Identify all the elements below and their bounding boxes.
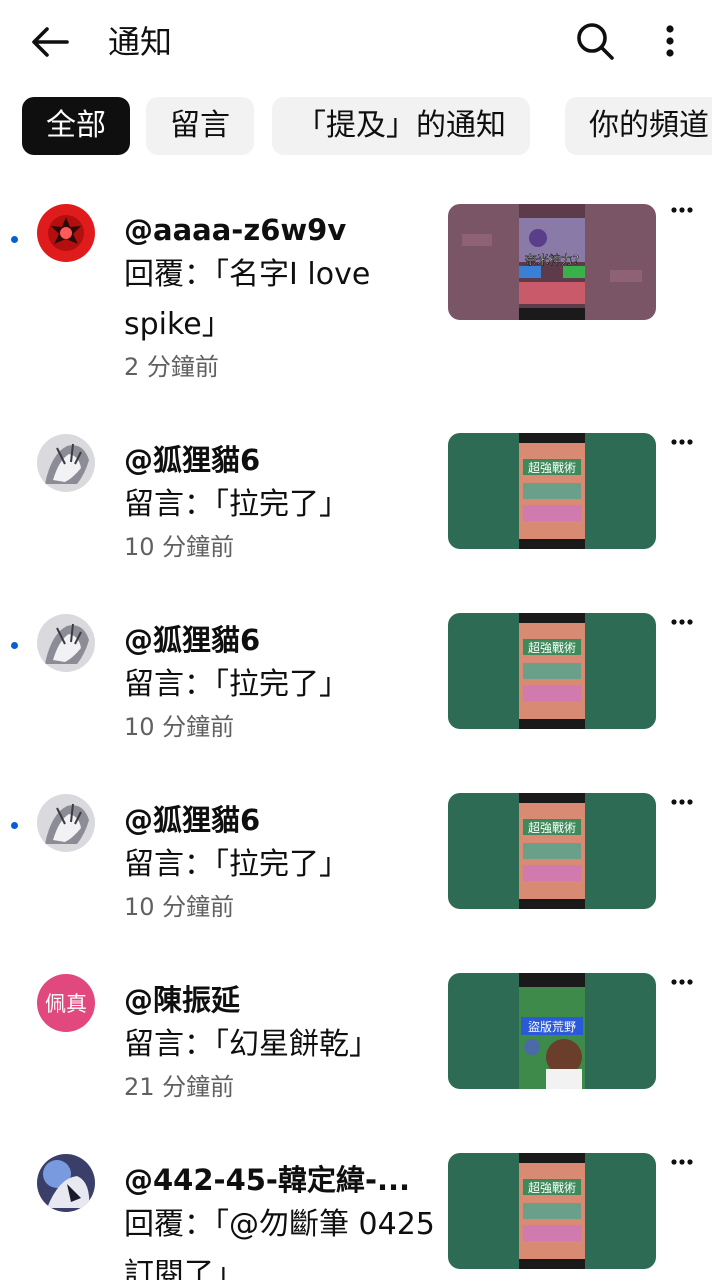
notification-item[interactable]: @442-45-韓定緯-... 回覆：「@勿斷筆 0425訂閱了」 超強戰術 bbox=[0, 1152, 712, 1280]
comment-author: @狐狸貓6 bbox=[124, 623, 261, 657]
timestamp: 21 分鐘前 bbox=[124, 1073, 235, 1101]
more-vert-icon bbox=[666, 25, 674, 57]
more-horiz-icon bbox=[671, 439, 693, 445]
more-horiz-icon bbox=[671, 619, 693, 625]
notification-item[interactable]: @aaaa-z6w9v 回覆：「名字I love spike」 2 分鐘前 奈米… bbox=[0, 200, 712, 400]
video-thumbnail[interactable]: 超強戰術 bbox=[448, 793, 656, 909]
video-thumbnail[interactable]: 奈米神力? bbox=[448, 204, 656, 320]
more-horiz-icon bbox=[671, 979, 693, 985]
notification-message: 回覆：「名字I love spike」 bbox=[124, 257, 371, 342]
notification-item[interactable]: @狐狸貓6 留言：「拉完了」 10 分鐘前 超強戰術 bbox=[0, 612, 712, 762]
avatar[interactable] bbox=[37, 1154, 95, 1212]
notification-message: 回覆：「@勿斷筆 0425訂閱了」 bbox=[124, 1207, 435, 1280]
timestamp: 10 分鐘前 bbox=[124, 533, 235, 561]
item-more-button[interactable] bbox=[668, 438, 696, 466]
item-more-button[interactable] bbox=[668, 978, 696, 1006]
more-horiz-icon bbox=[671, 207, 693, 213]
video-thumbnail[interactable]: 超強戰術 bbox=[448, 433, 656, 549]
timestamp: 2 分鐘前 bbox=[124, 353, 219, 381]
comment-author: @狐狸貓6 bbox=[124, 443, 261, 477]
avatar-initials: 佩真 bbox=[45, 992, 87, 1016]
notification-message: 留言：「幻星餅乾」 bbox=[124, 1027, 379, 1062]
chip-all[interactable]: 全部 bbox=[22, 97, 130, 155]
unread-indicator bbox=[11, 642, 18, 649]
notification-message: 留言：「拉完了」 bbox=[124, 667, 349, 702]
notification-item[interactable]: @狐狸貓6 留言：「拉完了」 10 分鐘前 超強戰術 bbox=[0, 792, 712, 942]
more-horiz-icon bbox=[671, 799, 693, 805]
timestamp: 10 分鐘前 bbox=[124, 893, 235, 921]
thumbnail-caption: 盜版荒野 bbox=[528, 1019, 576, 1034]
video-thumbnail[interactable]: 盜版荒野 bbox=[448, 973, 656, 1089]
avatar[interactable] bbox=[37, 204, 95, 262]
notification-item[interactable]: @狐狸貓6 留言：「拉完了」 10 分鐘前 超強戰術 bbox=[0, 432, 712, 582]
timestamp: 10 分鐘前 bbox=[124, 713, 235, 741]
comment-author: @陳振延 bbox=[124, 983, 241, 1017]
search-icon bbox=[577, 23, 614, 60]
thumbnail-caption: 超強戰術 bbox=[528, 820, 576, 835]
top-app-bar: 通知 bbox=[0, 0, 712, 84]
thumbnail-caption: 超強戰術 bbox=[528, 640, 576, 655]
video-thumbnail[interactable]: 超強戰術 bbox=[448, 1153, 656, 1269]
chip-your-channel[interactable]: 你的頻道 bbox=[565, 97, 712, 155]
more-horiz-icon bbox=[671, 1159, 693, 1165]
comment-author: @狐狸貓6 bbox=[124, 803, 261, 837]
avatar[interactable] bbox=[37, 434, 95, 492]
notification-message: 留言：「拉完了」 bbox=[124, 487, 349, 522]
thumbnail-caption: 超強戰術 bbox=[528, 460, 576, 475]
filter-chips: 全部 留言 「提及」的通知 你的頻道 bbox=[22, 97, 712, 155]
item-more-button[interactable] bbox=[668, 206, 696, 234]
item-more-button[interactable] bbox=[668, 1158, 696, 1186]
chip-mentions[interactable]: 「提及」的通知 bbox=[272, 97, 530, 155]
back-button[interactable] bbox=[28, 20, 72, 64]
thumbnail-caption: 超強戰術 bbox=[528, 1180, 576, 1195]
notification-item[interactable]: 佩真 @陳振延 留言：「幻星餅乾」 21 分鐘前 盜版荒野 bbox=[0, 972, 712, 1122]
notification-message: 留言：「拉完了」 bbox=[124, 847, 349, 882]
unread-indicator bbox=[11, 822, 18, 829]
arrow-left-icon bbox=[32, 27, 69, 57]
comment-author: @aaaa-z6w9v bbox=[124, 213, 347, 247]
item-more-button[interactable] bbox=[668, 798, 696, 826]
unread-indicator bbox=[11, 236, 18, 243]
item-more-button[interactable] bbox=[668, 618, 696, 646]
search-button[interactable] bbox=[572, 18, 618, 64]
video-thumbnail[interactable]: 超強戰術 bbox=[448, 613, 656, 729]
avatar[interactable] bbox=[37, 794, 95, 852]
more-options-button[interactable] bbox=[650, 18, 690, 64]
avatar[interactable] bbox=[37, 614, 95, 672]
page-title: 通知 bbox=[108, 23, 173, 61]
chip-comments[interactable]: 留言 bbox=[146, 97, 254, 155]
avatar[interactable]: 佩真 bbox=[37, 974, 95, 1032]
comment-author: @442-45-韓定緯-... bbox=[124, 1163, 411, 1197]
thumbnail-caption: 奈米神力? bbox=[525, 253, 579, 267]
